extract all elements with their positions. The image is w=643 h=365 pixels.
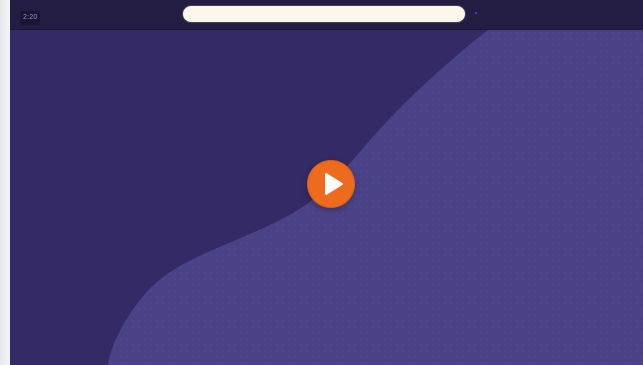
video-title-bar	[183, 6, 465, 22]
video-player[interactable]: 2:20	[10, 0, 643, 365]
indicator-dot	[475, 12, 477, 14]
page: 2:20	[0, 0, 643, 365]
player-top-bar: 2:20	[10, 0, 643, 30]
play-button[interactable]	[307, 160, 355, 208]
play-icon	[325, 173, 343, 195]
page-gutter	[0, 0, 10, 365]
duration-badge: 2:20	[20, 11, 41, 25]
